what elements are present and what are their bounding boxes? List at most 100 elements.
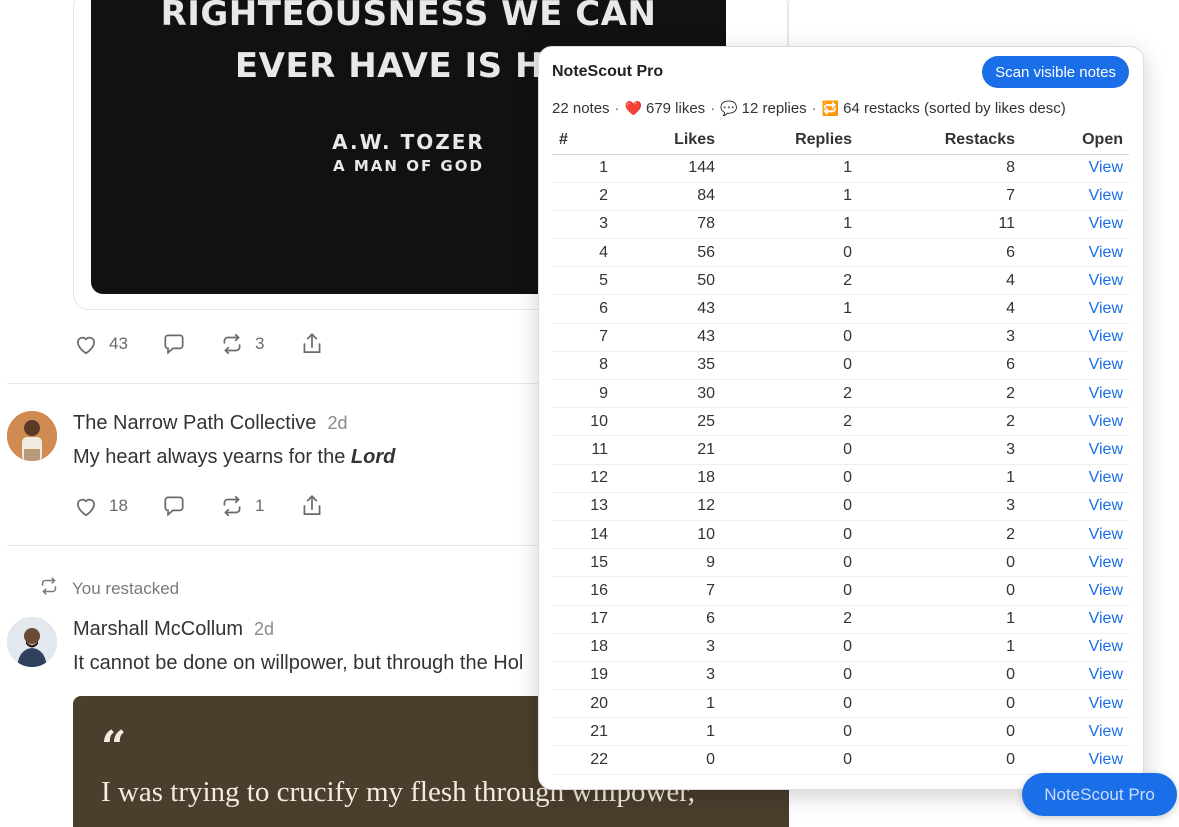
table-row: 22 0 0 0 View xyxy=(552,745,1129,775)
row-restacks: 7 xyxy=(858,182,1021,211)
row-likes: 78 xyxy=(614,210,721,240)
row-restacks: 3 xyxy=(858,435,1021,465)
notes-table: # Likes Replies Restacks Open 1 144 1 8 View… xyxy=(552,127,1129,775)
view-link[interactable]: View xyxy=(1021,520,1129,550)
row-likes: 0 xyxy=(614,745,721,775)
row-number: 19 xyxy=(552,661,614,691)
row-replies: 1 xyxy=(721,294,858,324)
row-replies: 0 xyxy=(721,548,858,578)
view-link[interactable]: View xyxy=(1021,210,1129,240)
repeat-icon: 🔁 xyxy=(821,100,840,116)
row-replies: 2 xyxy=(721,266,858,296)
view-link[interactable]: View xyxy=(1021,266,1129,296)
row-likes: 144 xyxy=(614,154,721,183)
column-header-replies[interactable]: Replies xyxy=(721,127,858,155)
row-restacks: 1 xyxy=(858,605,1021,634)
view-link[interactable]: View xyxy=(1021,323,1129,352)
panel-summary: 22 notes · ❤️ 679 likes · 💬 12 replies ·… xyxy=(552,100,1066,117)
restack-notice: You restacked xyxy=(38,575,179,602)
row-number: 16 xyxy=(552,576,614,606)
view-link[interactable]: View xyxy=(1021,492,1129,521)
post-time[interactable]: 2d xyxy=(327,413,347,434)
view-link[interactable]: View xyxy=(1021,351,1129,381)
scan-visible-notes-button[interactable]: Scan visible notes xyxy=(982,56,1129,88)
share-button[interactable] xyxy=(299,493,325,519)
summary-likes: 679 likes xyxy=(645,100,706,117)
row-restacks: 3 xyxy=(858,492,1021,521)
view-link[interactable]: View xyxy=(1021,464,1129,493)
view-link[interactable]: View xyxy=(1021,633,1129,662)
row-number: 7 xyxy=(552,323,614,352)
post-time[interactable]: 2d xyxy=(254,619,274,640)
summary-replies: 12 replies xyxy=(741,100,807,117)
avatar[interactable] xyxy=(7,617,57,667)
view-link[interactable]: View xyxy=(1021,154,1129,183)
comment-button[interactable] xyxy=(161,331,219,357)
view-link[interactable]: View xyxy=(1021,548,1129,578)
row-restacks: 11 xyxy=(858,210,1021,240)
summary-separator: · xyxy=(811,100,817,117)
row-restacks: 4 xyxy=(858,266,1021,296)
like-button[interactable]: 18 xyxy=(73,493,161,519)
restack-button[interactable]: 1 xyxy=(219,493,299,519)
restack-icon xyxy=(38,575,60,602)
column-header-open[interactable]: Open xyxy=(1021,127,1129,155)
view-link[interactable]: View xyxy=(1021,605,1129,634)
table-row: 8 35 0 6 View xyxy=(552,351,1129,381)
table-row: 20 1 0 0 View xyxy=(552,689,1129,719)
row-likes: 9 xyxy=(614,548,721,578)
view-link[interactable]: View xyxy=(1021,689,1129,719)
view-link[interactable]: View xyxy=(1021,379,1129,409)
row-likes: 6 xyxy=(614,605,721,634)
row-restacks: 3 xyxy=(858,323,1021,352)
view-link[interactable]: View xyxy=(1021,717,1129,747)
row-number: 3 xyxy=(552,210,614,240)
view-link[interactable]: View xyxy=(1021,661,1129,691)
post-2-text[interactable]: My heart always yearns for the Lord xyxy=(73,446,395,469)
row-restacks: 1 xyxy=(858,633,1021,662)
notescout-toggle-button[interactable]: NoteScout Pro xyxy=(1022,773,1177,816)
restack-count: 3 xyxy=(255,334,265,353)
view-link[interactable]: View xyxy=(1021,294,1129,324)
view-link[interactable]: View xyxy=(1021,576,1129,606)
like-count: 43 xyxy=(109,334,128,353)
avatar[interactable] xyxy=(7,411,57,461)
table-row: 6 43 1 4 View xyxy=(552,294,1129,324)
table-row: 15 9 0 0 View xyxy=(552,548,1129,578)
row-restacks: 8 xyxy=(858,154,1021,183)
row-number: 4 xyxy=(552,238,614,268)
view-link[interactable]: View xyxy=(1021,182,1129,211)
row-number: 17 xyxy=(552,605,614,634)
row-restacks: 2 xyxy=(858,407,1021,437)
table-row: 11 21 0 3 View xyxy=(552,435,1129,465)
row-replies: 0 xyxy=(721,492,858,521)
row-replies: 0 xyxy=(721,717,858,747)
quote-marks-icon: “ xyxy=(101,722,127,773)
row-replies: 0 xyxy=(721,745,858,775)
post-2-header: The Narrow Path Collective 2d xyxy=(73,412,347,435)
column-header-likes[interactable]: Likes xyxy=(614,127,721,155)
restack-button[interactable]: 3 xyxy=(219,331,299,357)
table-row: 7 43 0 3 View xyxy=(552,323,1129,352)
share-button[interactable] xyxy=(299,331,325,357)
panel-title: NoteScout Pro xyxy=(552,63,664,80)
view-link[interactable]: View xyxy=(1021,745,1129,775)
post-3-text[interactable]: It cannot be done on willpower, but thro… xyxy=(73,652,523,675)
column-header-number[interactable]: # xyxy=(552,127,614,155)
row-restacks: 0 xyxy=(858,689,1021,719)
row-replies: 2 xyxy=(721,407,858,437)
restack-notice-label: You restacked xyxy=(72,578,180,598)
row-restacks: 6 xyxy=(858,238,1021,268)
author-name[interactable]: The Narrow Path Collective xyxy=(73,412,316,435)
author-name[interactable]: Marshall McCollum xyxy=(73,618,243,641)
like-button[interactable]: 43 xyxy=(73,331,161,357)
view-link[interactable]: View xyxy=(1021,407,1129,437)
view-link[interactable]: View xyxy=(1021,238,1129,268)
view-link[interactable]: View xyxy=(1021,435,1129,465)
comment-button[interactable] xyxy=(161,493,219,519)
notescout-panel: NoteScout Pro Scan visible notes 22 note… xyxy=(538,46,1144,790)
row-replies: 0 xyxy=(721,689,858,719)
row-likes: 30 xyxy=(614,379,721,409)
column-header-restacks[interactable]: Restacks xyxy=(858,127,1021,155)
like-count: 18 xyxy=(109,496,128,515)
